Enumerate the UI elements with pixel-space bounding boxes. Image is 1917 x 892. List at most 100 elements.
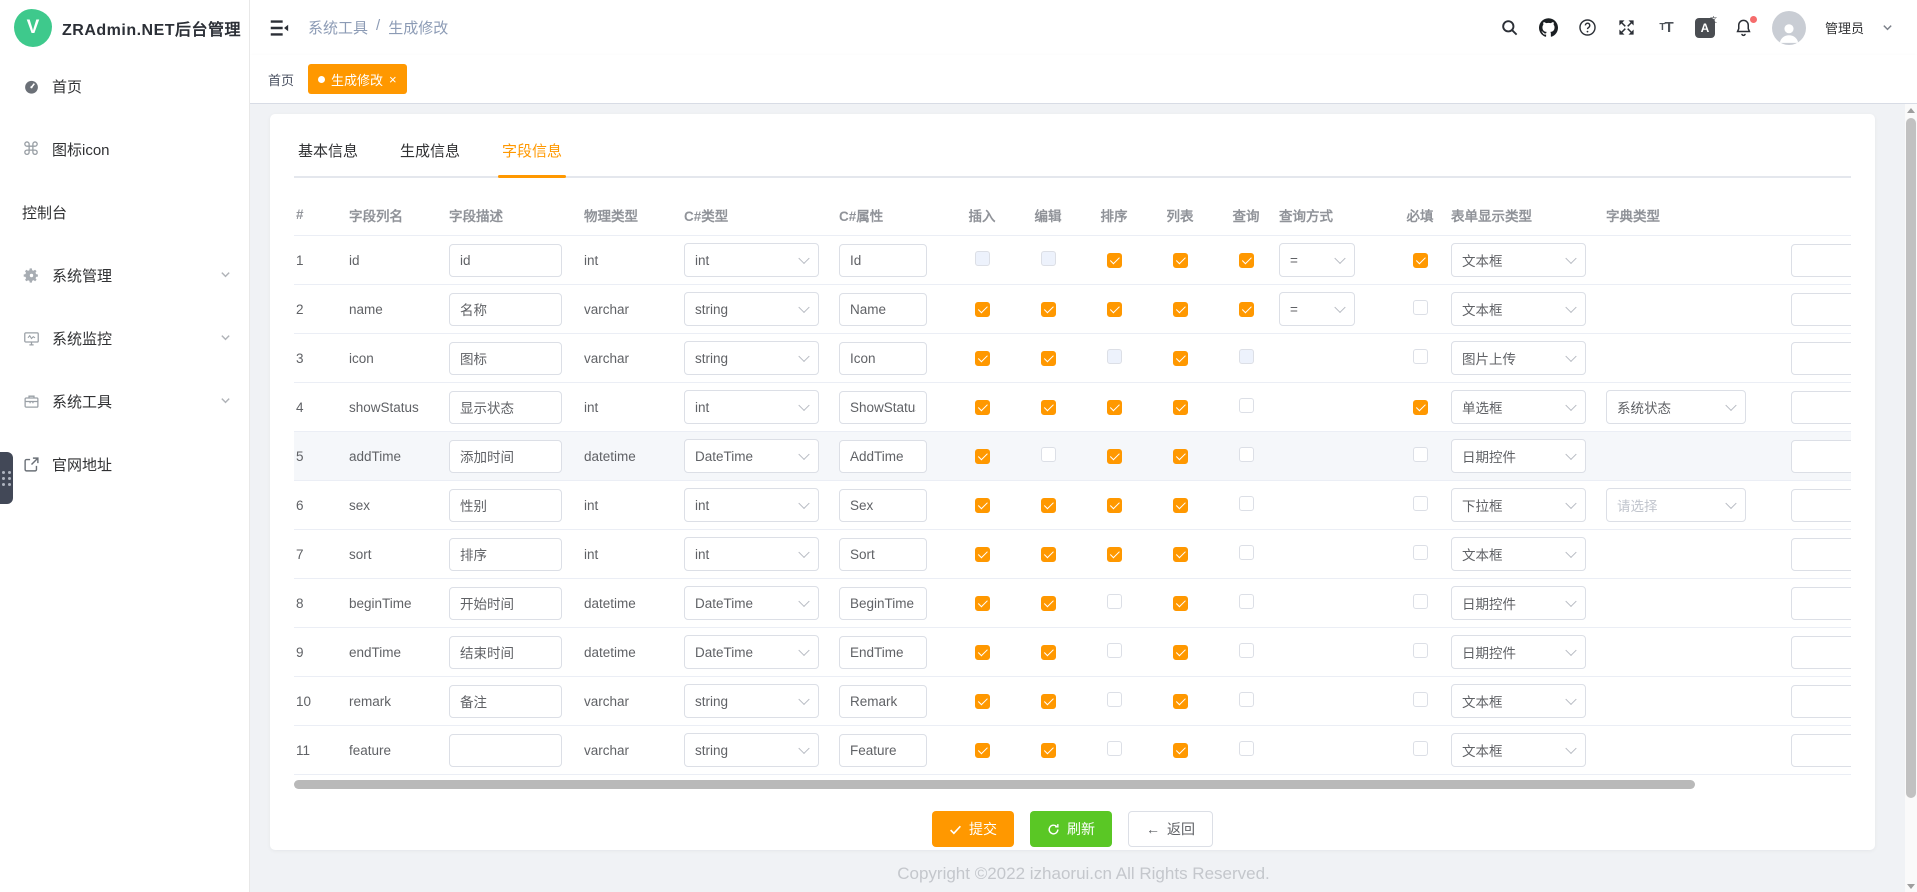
query-checkbox[interactable] xyxy=(1239,741,1254,756)
extra-input[interactable] xyxy=(1791,293,1851,326)
dict-type-select[interactable]: 请选择 xyxy=(1606,488,1746,522)
edit-checkbox[interactable] xyxy=(1041,743,1056,758)
edit-checkbox[interactable] xyxy=(1041,547,1056,562)
required-checkbox[interactable] xyxy=(1413,300,1428,315)
dict-type-select[interactable]: 系统状态 xyxy=(1606,390,1746,424)
sort-checkbox[interactable] xyxy=(1107,349,1122,364)
display-type-select[interactable]: 文本框 xyxy=(1451,684,1586,718)
horizontal-scrollbar-thumb[interactable] xyxy=(294,780,1695,789)
search-icon[interactable] xyxy=(1499,17,1521,39)
sidebar-item-system-admin[interactable]: 系统管理 xyxy=(0,244,249,307)
sort-checkbox[interactable] xyxy=(1107,741,1122,756)
query-checkbox[interactable] xyxy=(1239,496,1254,511)
tab-basic-info[interactable]: 基本信息 xyxy=(298,140,358,176)
sidebar-item-system-tools[interactable]: 系统工具 xyxy=(0,370,249,433)
list-checkbox[interactable] xyxy=(1173,645,1188,660)
vertical-scrollbar[interactable] xyxy=(1905,104,1917,892)
github-icon[interactable] xyxy=(1538,17,1560,39)
required-checkbox[interactable] xyxy=(1413,349,1428,364)
csharp-type-select[interactable]: DateTime xyxy=(684,586,819,620)
field-description-input[interactable] xyxy=(449,636,562,669)
extra-input[interactable] xyxy=(1791,587,1851,620)
query-checkbox[interactable] xyxy=(1239,349,1254,364)
extra-input[interactable] xyxy=(1791,685,1851,718)
scroll-up-arrow[interactable] xyxy=(1905,104,1917,116)
sort-checkbox[interactable] xyxy=(1107,498,1122,513)
field-description-input[interactable] xyxy=(449,685,562,718)
csharp-type-select[interactable]: int xyxy=(684,488,819,522)
extra-input[interactable] xyxy=(1791,489,1851,522)
scroll-down-arrow[interactable] xyxy=(1905,880,1917,892)
field-description-input[interactable] xyxy=(449,734,562,767)
edit-checkbox[interactable] xyxy=(1041,694,1056,709)
query-checkbox[interactable] xyxy=(1239,447,1254,462)
user-name[interactable]: 管理员 xyxy=(1825,18,1864,37)
display-type-select[interactable]: 日期控件 xyxy=(1451,439,1586,473)
display-type-select[interactable]: 文本框 xyxy=(1451,733,1586,767)
field-description-input[interactable] xyxy=(449,293,562,326)
csharp-type-select[interactable]: DateTime xyxy=(684,439,819,473)
edit-checkbox[interactable] xyxy=(1041,447,1056,462)
tab-field-info[interactable]: 字段信息 xyxy=(502,140,562,176)
list-checkbox[interactable] xyxy=(1173,449,1188,464)
list-checkbox[interactable] xyxy=(1173,743,1188,758)
csharp-property-input[interactable] xyxy=(839,293,927,326)
insert-checkbox[interactable] xyxy=(975,498,990,513)
csharp-type-select[interactable]: string xyxy=(684,292,819,326)
extra-input[interactable] xyxy=(1791,636,1851,669)
insert-checkbox[interactable] xyxy=(975,694,990,709)
csharp-type-select[interactable]: int xyxy=(684,537,819,571)
display-type-select[interactable]: 文本框 xyxy=(1451,243,1586,277)
field-description-input[interactable] xyxy=(449,587,562,620)
edit-checkbox[interactable] xyxy=(1041,596,1056,611)
extra-input[interactable] xyxy=(1791,440,1851,473)
insert-checkbox[interactable] xyxy=(975,547,990,562)
csharp-type-select[interactable]: int xyxy=(684,243,819,277)
chevron-down-icon[interactable] xyxy=(1881,17,1893,39)
insert-checkbox[interactable] xyxy=(975,645,990,660)
sort-checkbox[interactable] xyxy=(1107,253,1122,268)
extra-input[interactable] xyxy=(1791,391,1851,424)
sort-checkbox[interactable] xyxy=(1107,400,1122,415)
required-checkbox[interactable] xyxy=(1413,400,1428,415)
list-checkbox[interactable] xyxy=(1173,498,1188,513)
display-type-select[interactable]: 图片上传 xyxy=(1451,341,1586,375)
csharp-property-input[interactable] xyxy=(839,440,927,473)
required-checkbox[interactable] xyxy=(1413,447,1428,462)
font-size-icon[interactable]: TT xyxy=(1655,17,1677,39)
display-type-select[interactable]: 日期控件 xyxy=(1451,635,1586,669)
query-type-select[interactable]: = xyxy=(1279,243,1355,277)
query-checkbox[interactable] xyxy=(1239,398,1254,413)
csharp-type-select[interactable]: int xyxy=(684,390,819,424)
display-type-select[interactable]: 文本框 xyxy=(1451,292,1586,326)
insert-checkbox[interactable] xyxy=(975,251,990,266)
app-logo-row[interactable]: V ZRAdmin.NET后台管理 xyxy=(0,0,249,55)
avatar[interactable] xyxy=(1772,11,1806,45)
fullscreen-icon[interactable] xyxy=(1616,17,1638,39)
field-description-input[interactable] xyxy=(449,538,562,571)
csharp-property-input[interactable] xyxy=(839,587,927,620)
extra-input[interactable] xyxy=(1791,734,1851,767)
query-type-select[interactable]: = xyxy=(1279,292,1355,326)
csharp-type-select[interactable]: DateTime xyxy=(684,635,819,669)
field-description-input[interactable] xyxy=(449,440,562,473)
back-button[interactable]: ← 返回 xyxy=(1128,811,1213,847)
query-checkbox[interactable] xyxy=(1239,594,1254,609)
list-checkbox[interactable] xyxy=(1173,351,1188,366)
csharp-property-input[interactable] xyxy=(839,489,927,522)
insert-checkbox[interactable] xyxy=(975,400,990,415)
sort-checkbox[interactable] xyxy=(1107,449,1122,464)
csharp-type-select[interactable]: string xyxy=(684,684,819,718)
edit-checkbox[interactable] xyxy=(1041,498,1056,513)
query-checkbox[interactable] xyxy=(1239,302,1254,317)
sort-checkbox[interactable] xyxy=(1107,594,1122,609)
display-type-select[interactable]: 下拉框 xyxy=(1451,488,1586,522)
list-checkbox[interactable] xyxy=(1173,694,1188,709)
insert-checkbox[interactable] xyxy=(975,596,990,611)
csharp-property-input[interactable] xyxy=(839,685,927,718)
csharp-property-input[interactable] xyxy=(839,342,927,375)
close-icon[interactable]: × xyxy=(389,72,397,87)
sort-checkbox[interactable] xyxy=(1107,302,1122,317)
required-checkbox[interactable] xyxy=(1413,253,1428,268)
csharp-property-input[interactable] xyxy=(839,636,927,669)
